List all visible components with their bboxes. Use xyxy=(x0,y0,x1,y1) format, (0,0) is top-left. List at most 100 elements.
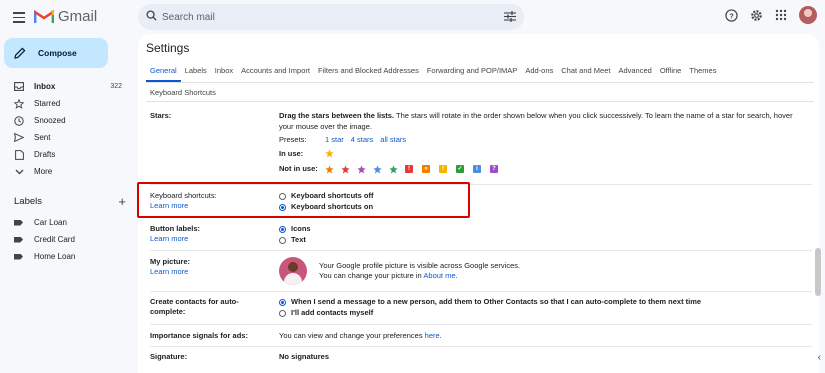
tab-chat-meet[interactable]: Chat and Meet xyxy=(557,66,614,82)
about-me-link[interactable]: About me xyxy=(423,271,455,280)
tab-labels[interactable]: Labels xyxy=(181,66,211,82)
setting-label: Stars: xyxy=(150,111,172,120)
settings-tabs: General Labels Inbox Accounts and Import… xyxy=(146,66,720,82)
send-icon xyxy=(14,133,24,143)
unread-count: 322 xyxy=(110,83,122,90)
compose-button[interactable]: Compose xyxy=(4,38,108,68)
top-right-actions: ? xyxy=(725,6,817,24)
search-icon[interactable] xyxy=(146,10,157,21)
tab-offline[interactable]: Offline xyxy=(656,66,686,82)
my-picture-setting: My picture: Learn more Your Google profi… xyxy=(150,257,810,293)
search-bar[interactable] xyxy=(138,4,524,30)
picture-line-2: You can change your picture in About me. xyxy=(319,271,520,282)
ads-signals-setting: Importance signals for ads: You can view… xyxy=(150,331,810,343)
inbox-icon xyxy=(14,82,24,92)
signature-setting: Signature: No signatures xyxy=(150,352,810,364)
red-bang-icon[interactable]: ! xyxy=(405,165,413,174)
gmail-logo[interactable]: Gmail xyxy=(34,8,97,25)
account-avatar[interactable] xyxy=(799,6,817,24)
label-item-car-loan[interactable]: Car Loan xyxy=(0,214,130,231)
stars-desc-bold: Drag the stars between the lists. xyxy=(279,111,395,120)
tab-themes[interactable]: Themes xyxy=(685,66,720,82)
setting-label: Importance signals for ads: xyxy=(150,331,248,340)
chevron-down-icon xyxy=(14,167,24,177)
setting-label: My picture: xyxy=(150,257,191,266)
option-label: I'll add contacts myself xyxy=(291,308,374,318)
tab-general[interactable]: General xyxy=(146,66,181,82)
stars-not-in-use-row: Not in use: ! » ! ✓ i ? xyxy=(279,164,799,175)
radio-text[interactable] xyxy=(279,237,286,244)
text-option[interactable]: Text xyxy=(279,235,799,246)
preset-1-star-link[interactable]: 1 star xyxy=(325,135,344,146)
label-name: Car Loan xyxy=(34,218,67,227)
orange-guillemet-icon[interactable]: » xyxy=(422,165,430,174)
keyboard-shortcuts-highlight xyxy=(137,182,470,218)
not-in-use-label: Not in use: xyxy=(279,164,318,173)
red-star-icon[interactable] xyxy=(341,165,350,174)
radio-icons[interactable] xyxy=(279,226,286,233)
preset-all-stars-link[interactable]: all stars xyxy=(380,135,406,146)
search-options-icon[interactable] xyxy=(504,11,516,22)
label-item-credit-card[interactable]: Credit Card xyxy=(0,231,130,248)
ads-preferences-link[interactable]: here xyxy=(425,331,440,340)
tab-forwarding[interactable]: Forwarding and POP/IMAP xyxy=(423,66,521,82)
sidebar-item-inbox[interactable]: Inbox 322 xyxy=(0,78,130,95)
blue-star-icon[interactable] xyxy=(373,165,382,174)
tab-keyboard-shortcuts[interactable]: Keyboard Shortcuts xyxy=(150,88,216,97)
setting-label: Signature: xyxy=(150,352,188,361)
ads-text: You can view and change your preferences xyxy=(279,331,425,340)
settings-gear-icon[interactable] xyxy=(750,9,763,22)
icons-option[interactable]: Icons xyxy=(279,224,799,235)
star-outline-icon xyxy=(14,98,24,109)
sidebar-item-starred[interactable]: Starred xyxy=(0,95,130,112)
label-item-home-loan[interactable]: Home Loan xyxy=(0,248,130,265)
tab-filters[interactable]: Filters and Blocked Addresses xyxy=(314,66,423,82)
scrollbar-thumb[interactable] xyxy=(815,248,821,296)
apps-grid-icon[interactable] xyxy=(775,9,787,21)
stars-in-use-row: In use: xyxy=(279,149,799,160)
profile-picture[interactable] xyxy=(279,257,307,285)
draft-icon xyxy=(14,149,24,160)
tab-accounts-import[interactable]: Accounts and Import xyxy=(237,66,314,82)
purple-star-icon[interactable] xyxy=(357,165,366,174)
blue-info-icon[interactable]: i xyxy=(473,165,481,174)
radio-auto-add[interactable] xyxy=(279,299,286,306)
orange-star-icon[interactable] xyxy=(325,165,334,174)
radio-manual[interactable] xyxy=(279,310,286,317)
label-name: Credit Card xyxy=(34,235,75,244)
manual-contacts-option[interactable]: I'll add contacts myself xyxy=(279,308,799,319)
tab-advanced[interactable]: Advanced xyxy=(614,66,655,82)
tab-inbox[interactable]: Inbox xyxy=(211,66,237,82)
sidebar-item-more[interactable]: More xyxy=(0,163,130,180)
sidebar-item-label: Drafts xyxy=(34,150,56,159)
stars-description: Drag the stars between the lists. The st… xyxy=(279,111,799,132)
sidebar-item-label: Starred xyxy=(34,99,61,108)
auto-add-contacts-option[interactable]: When I send a message to a new person, a… xyxy=(279,297,799,308)
side-panel-toggle-icon[interactable]: ‹ xyxy=(818,352,821,363)
button-labels-learn-more-link[interactable]: Learn more xyxy=(150,234,260,244)
sidebar-item-label: Sent xyxy=(34,133,51,142)
picture-line-2-end: . xyxy=(455,271,458,280)
sidebar-item-drafts[interactable]: Drafts xyxy=(0,146,130,163)
my-picture-learn-more-link[interactable]: Learn more xyxy=(150,267,260,277)
option-label: Icons xyxy=(291,224,311,234)
top-bar: Gmail ? xyxy=(0,0,825,34)
sidebar-item-label: More xyxy=(34,167,53,176)
green-star-icon[interactable] xyxy=(389,165,398,174)
search-input[interactable] xyxy=(162,8,482,26)
ads-text-end: . xyxy=(439,331,442,340)
sidebar-item-label: Snoozed xyxy=(34,116,66,125)
main-menu-button[interactable] xyxy=(10,8,28,26)
tab-addons[interactable]: Add-ons xyxy=(521,66,557,82)
green-check-icon[interactable]: ✓ xyxy=(456,165,464,174)
help-icon[interactable]: ? xyxy=(725,8,738,22)
yellow-bang-icon[interactable]: ! xyxy=(439,165,447,174)
sidebar-item-snoozed[interactable]: Snoozed xyxy=(0,112,130,129)
setting-label: Create contacts for auto-complete: xyxy=(150,297,239,316)
add-label-icon[interactable]: + xyxy=(118,194,126,209)
preset-4-stars-link[interactable]: 4 stars xyxy=(351,135,374,146)
purple-question-icon[interactable]: ? xyxy=(490,165,498,174)
label-tag-icon xyxy=(14,219,23,226)
yellow-star-icon[interactable] xyxy=(325,149,334,158)
sidebar-item-sent[interactable]: Sent xyxy=(0,129,130,146)
